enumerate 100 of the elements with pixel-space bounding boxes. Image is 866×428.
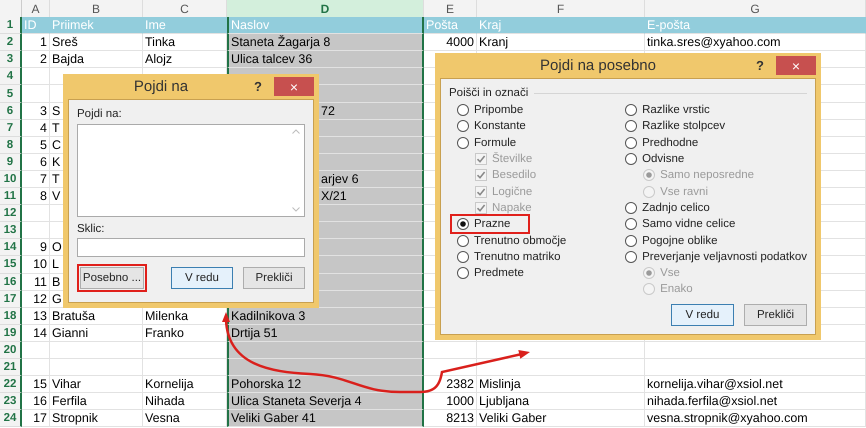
option-label: Predmete <box>474 267 524 280</box>
row-number[interactable]: 22 <box>0 376 22 394</box>
table-cell: Staneta Žagarja 8 <box>227 34 424 52</box>
row-number[interactable]: 9 <box>0 154 22 171</box>
radio-button[interactable] <box>457 136 469 149</box>
row-number[interactable]: 21 <box>0 358 22 376</box>
row-number[interactable]: 17 <box>0 290 22 308</box>
close-button[interactable]: × <box>274 77 314 96</box>
table-cell: 12 <box>22 290 50 308</box>
table-cell: Drtija 51 <box>227 324 424 342</box>
option-label: Razlike stolpcev <box>642 120 726 132</box>
table-cell: Stropnik <box>50 410 143 428</box>
radio-button[interactable] <box>457 104 469 116</box>
table-cell: 10 <box>22 256 50 274</box>
row-number[interactable]: 18 <box>0 308 22 325</box>
option-label: Predhodne <box>642 136 698 149</box>
table-cell: Bajda <box>50 51 143 68</box>
row-number[interactable]: 13 <box>0 222 22 240</box>
radio-button[interactable] <box>625 218 638 230</box>
table-cell: Ulica talcev 36 <box>227 51 424 68</box>
radio-button[interactable] <box>625 120 638 132</box>
table-cell: kornelija.vihar@xsiol.net <box>645 376 866 394</box>
table-cell: 11 <box>22 274 50 291</box>
radio-button[interactable] <box>625 153 638 166</box>
dialog-button[interactable]: V redu <box>171 267 233 289</box>
table-cell: nihada.ferfila@xsiol.net <box>645 393 866 410</box>
option-label: Formule <box>474 136 516 149</box>
radio-button[interactable] <box>457 250 469 263</box>
table-cell: 6 <box>22 154 50 171</box>
table-cell: Ferfila <box>50 393 143 410</box>
table-cell: 17 <box>22 410 50 428</box>
table-cell: 15 <box>22 376 50 394</box>
row-number[interactable]: 14 <box>0 239 22 256</box>
option-label: Samo vidne celice <box>642 218 736 230</box>
row-number[interactable]: 4 <box>0 68 22 86</box>
radio-button[interactable] <box>625 250 638 263</box>
table-cell: 4000 <box>424 34 477 52</box>
option-label: Odvisne <box>642 153 684 166</box>
table-cell: vesna.stropnik@xyahoo.com <box>645 410 866 428</box>
row-number[interactable]: 23 <box>0 393 22 410</box>
row-number[interactable]: 10 <box>0 170 22 188</box>
radio-button[interactable] <box>625 104 638 116</box>
radio-button[interactable] <box>625 136 638 149</box>
dialog-title: Pojdi na posebno <box>539 57 657 74</box>
table-cell <box>22 358 50 376</box>
table-cell: 2382 <box>424 376 477 394</box>
header-cell: Kraj <box>477 17 645 34</box>
radio-button[interactable] <box>457 267 469 280</box>
row-number[interactable]: 5 <box>0 85 22 103</box>
option-label: Preverjanje veljavnosti podatkov <box>642 250 807 263</box>
table-cell: 7 <box>22 170 50 188</box>
table-cell: 2 <box>22 51 50 68</box>
dialog-button[interactable]: Posebno ... <box>80 267 144 289</box>
header-cell: Pošta <box>424 17 477 34</box>
radio-button[interactable] <box>457 120 469 132</box>
option-label: Besedilo <box>492 169 536 182</box>
reference-field[interactable] <box>77 238 305 257</box>
help-button[interactable]: ? <box>254 79 262 94</box>
row-number[interactable]: 12 <box>0 205 22 222</box>
table-cell: Kadilnikova 3 <box>227 308 424 325</box>
row-number[interactable]: 7 <box>0 120 22 137</box>
row-number[interactable]: 19 <box>0 324 22 342</box>
radio-button[interactable] <box>457 218 469 230</box>
table-cell: Veliki Gaber 41 <box>227 410 424 428</box>
radio-button[interactable] <box>625 234 638 247</box>
option-label: Samo neposredne <box>660 169 754 182</box>
row-number[interactable]: 6 <box>0 102 22 120</box>
option-label: Vse <box>660 267 680 280</box>
option-label: Zadnjo celico <box>642 202 710 214</box>
option-label: Prazne <box>474 218 510 230</box>
table-cell: Sreš <box>50 34 143 52</box>
field-label: Pojdi na: <box>77 108 123 120</box>
row-number[interactable]: 3 <box>0 51 22 68</box>
radio-button[interactable] <box>625 202 638 214</box>
close-button[interactable]: × <box>776 56 816 75</box>
group-label: Poišči in označi <box>449 87 528 99</box>
radio-button[interactable] <box>457 234 469 247</box>
option-label: Napake <box>492 202 532 214</box>
row-number[interactable]: 20 <box>0 342 22 359</box>
row-number[interactable]: 1 <box>0 17 22 34</box>
help-button[interactable]: ? <box>756 58 764 73</box>
row-number[interactable]: 2 <box>0 34 22 52</box>
table-cell <box>22 342 50 359</box>
option-label: Trenutno območje <box>474 234 566 247</box>
row-number[interactable]: 15 <box>0 256 22 274</box>
dialog-button[interactable]: V redu <box>671 304 734 326</box>
table-cell: 8 <box>22 188 50 206</box>
field-label: Sklic: <box>77 223 106 235</box>
row-number[interactable]: 11 <box>0 188 22 206</box>
table-cell: Mislinja <box>477 376 645 394</box>
table-cell: 1000 <box>424 393 477 410</box>
table-cell: 8213 <box>424 410 477 428</box>
row-number[interactable]: 8 <box>0 136 22 154</box>
dialog-button[interactable]: Prekliči <box>744 304 807 326</box>
option-label: Pripombe <box>474 104 524 116</box>
row-number[interactable]: 24 <box>0 410 22 428</box>
table-cell: Ljubljana <box>477 393 645 410</box>
dialog-button[interactable]: Prekliči <box>243 267 305 289</box>
row-number[interactable]: 16 <box>0 274 22 291</box>
table-cell: Pohorska 12 <box>227 376 424 394</box>
